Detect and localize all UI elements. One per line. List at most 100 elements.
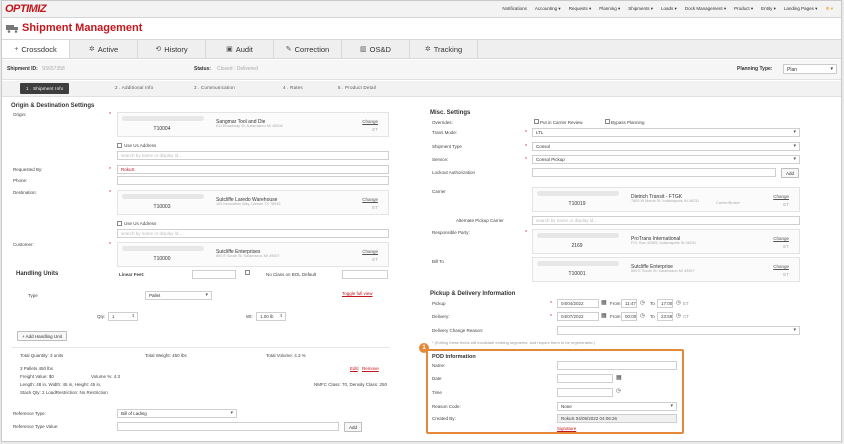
tab-correction[interactable]: ✎ Correction [274, 40, 342, 58]
menu-product[interactable]: Product ▾ [734, 6, 753, 12]
step-product-detail[interactable]: 5 . Product Detail [338, 85, 376, 90]
carrier-change-link[interactable]: Change [773, 194, 789, 199]
from-label: From [610, 314, 621, 319]
tab-crossdock[interactable]: + Crossdock [2, 40, 70, 58]
app-window: OPTIMIZ Notifications Accounting ▾ Reque… [1, 0, 842, 442]
tab-audit[interactable]: ▣ Audit [206, 40, 274, 58]
qty-stepper[interactable]: 1 ⇕ [108, 312, 138, 321]
use-us-address-label: Use Us Address [124, 143, 157, 148]
add-handling-unit-button[interactable]: + Add Handling Unit [17, 331, 67, 341]
delivery-to-input[interactable]: 23:59 [657, 312, 673, 321]
requested-by-input[interactable]: RokuS [117, 165, 389, 174]
calendar-icon[interactable]: ▦ [601, 312, 607, 319]
pickup-from-input[interactable]: 11:47 [621, 299, 637, 308]
pod-time-input[interactable] [557, 388, 613, 397]
origin-id-pill [122, 116, 204, 121]
gear-icon[interactable]: ⚙ ▾ [825, 6, 833, 12]
menu-entity[interactable]: Entity ▾ [761, 6, 776, 12]
pod-created-by-label: Created By: [432, 416, 456, 421]
shipment-type-select[interactable]: Consol ▾ [532, 142, 800, 151]
menu-planning[interactable]: Planning ▾ [599, 6, 620, 12]
menu-notifications[interactable]: Notifications [502, 6, 527, 12]
pickup-date-input[interactable]: 04/04/2022 [557, 299, 599, 308]
planning-type-label: Planning Type: [737, 66, 773, 72]
linear-feet-input[interactable] [192, 270, 236, 279]
linear-feet-label: Linear Feet: [119, 272, 145, 277]
pod-name-input[interactable] [557, 361, 677, 370]
reference-type-select[interactable]: Bill of Lading ▾ [117, 409, 237, 418]
bill-to-change-link[interactable]: Change [773, 264, 789, 269]
stepper-arrows-icon: ⇕ [279, 313, 283, 318]
delivery-from-input[interactable]: 00:00 [621, 312, 637, 321]
step-additional-info[interactable]: 2 . Additional Info [115, 85, 153, 90]
shipment-summary-bar: Shipment ID: S5657358 Status: Closed : D… [2, 60, 841, 80]
bill-to-label: Bill To [432, 259, 444, 264]
alt-pickup-carrier-input[interactable]: search by name or display id... [532, 216, 800, 225]
chevron-down-icon: ▾ [793, 156, 796, 162]
menu-shipments[interactable]: Shipments ▾ [628, 6, 653, 12]
origin-change-link[interactable]: Change [362, 119, 378, 124]
weight-stepper[interactable]: 1.00 lb ⇕ [256, 312, 286, 321]
no-class-input[interactable] [342, 270, 388, 279]
no-class-checkbox[interactable] [245, 270, 250, 275]
tab-label: Crossdock [21, 44, 57, 54]
lockout-add-button[interactable]: Add [781, 168, 800, 178]
service-select[interactable]: Consol Pickup ▾ [532, 155, 800, 164]
required-marker: * [525, 157, 527, 163]
destination-change-link[interactable]: Change [362, 197, 378, 202]
planning-type-select[interactable]: Plan ▾ [783, 64, 837, 74]
destination-use-us-address-checkbox[interactable] [117, 221, 122, 226]
trans-mode-select[interactable]: LTL ▾ [532, 128, 800, 137]
bypass-planning-checkbox[interactable] [605, 119, 610, 124]
phone-input[interactable] [117, 176, 389, 185]
responsible-party-change-link[interactable]: Change [773, 236, 789, 241]
reference-value-input[interactable] [117, 422, 339, 431]
status-value: Closed : Delivered [217, 66, 258, 72]
pod-reason-code-select[interactable]: None ▾ [557, 402, 677, 411]
clock-icon[interactable]: ◷ [616, 388, 621, 394]
add-reference-button[interactable]: Add [344, 422, 363, 432]
menu-landing-pages[interactable]: Landing Pages ▾ [784, 6, 818, 12]
toggle-full-view-link[interactable]: Toggle full view [342, 291, 373, 296]
pod-information-heading: POD Information [432, 354, 476, 360]
customer-change-link[interactable]: Change [362, 249, 378, 254]
origin-search-input[interactable]: search by name or display id... [117, 151, 389, 160]
clock-icon[interactable]: ◷ [676, 313, 681, 319]
tab-history[interactable]: ⟲ History [138, 40, 206, 58]
step-shipment-info[interactable]: 1 . Shipment Info [20, 83, 70, 94]
tab-tracking[interactable]: ✲ Tracking [410, 40, 478, 58]
menu-accounting[interactable]: Accounting ▾ [535, 6, 561, 12]
carrier-id-pill [537, 191, 619, 196]
remove-link[interactable]: Remove [362, 366, 379, 371]
lockout-input[interactable] [532, 168, 776, 177]
required-marker: * [525, 144, 527, 150]
menu-dock-management[interactable]: Dock Management ▾ [685, 6, 726, 12]
delivery-timezone: CT [683, 314, 689, 319]
calendar-icon[interactable]: ▦ [616, 374, 622, 381]
handling-type-select[interactable]: Pallet ▾ [145, 291, 212, 300]
required-marker: * [550, 314, 552, 320]
delivery-date-input[interactable]: 04/07/2022 [557, 312, 599, 321]
step-communication[interactable]: 3 . Communication [194, 85, 235, 90]
pod-signature-link[interactable]: Signature [557, 426, 576, 431]
pod-date-input[interactable] [557, 374, 613, 383]
pickup-to-input[interactable]: 17:00 [657, 299, 673, 308]
menu-requests[interactable]: Requests ▾ [569, 6, 592, 12]
clock-icon[interactable]: ◷ [640, 313, 645, 319]
clock-icon[interactable]: ◷ [676, 300, 681, 306]
step-rates[interactable]: 4 . Rates [283, 85, 303, 90]
carrier-review-checkbox[interactable] [534, 119, 539, 124]
menu-loads[interactable]: Loads ▾ [661, 6, 677, 12]
calendar-icon[interactable]: ▦ [601, 299, 607, 306]
delivery-change-reason-select[interactable]: ▾ [557, 326, 800, 335]
tab-osd[interactable]: ▥ OS&D [342, 40, 410, 58]
origin-use-us-address-checkbox[interactable] [117, 143, 122, 148]
chevron-down-icon: ▾ [670, 403, 673, 409]
clock-icon[interactable]: ◷ [640, 300, 645, 306]
tab-active[interactable]: ✲ Active [70, 40, 138, 58]
qty-label: Qty: [97, 314, 106, 319]
responsible-party-id-pill [537, 233, 619, 238]
bill-to-card: T10001 Sutcliffe Enterprise 890 E South … [532, 257, 800, 282]
edit-link[interactable]: Edit [350, 366, 358, 371]
destination-search-input[interactable]: search by name or display id... [117, 229, 389, 238]
